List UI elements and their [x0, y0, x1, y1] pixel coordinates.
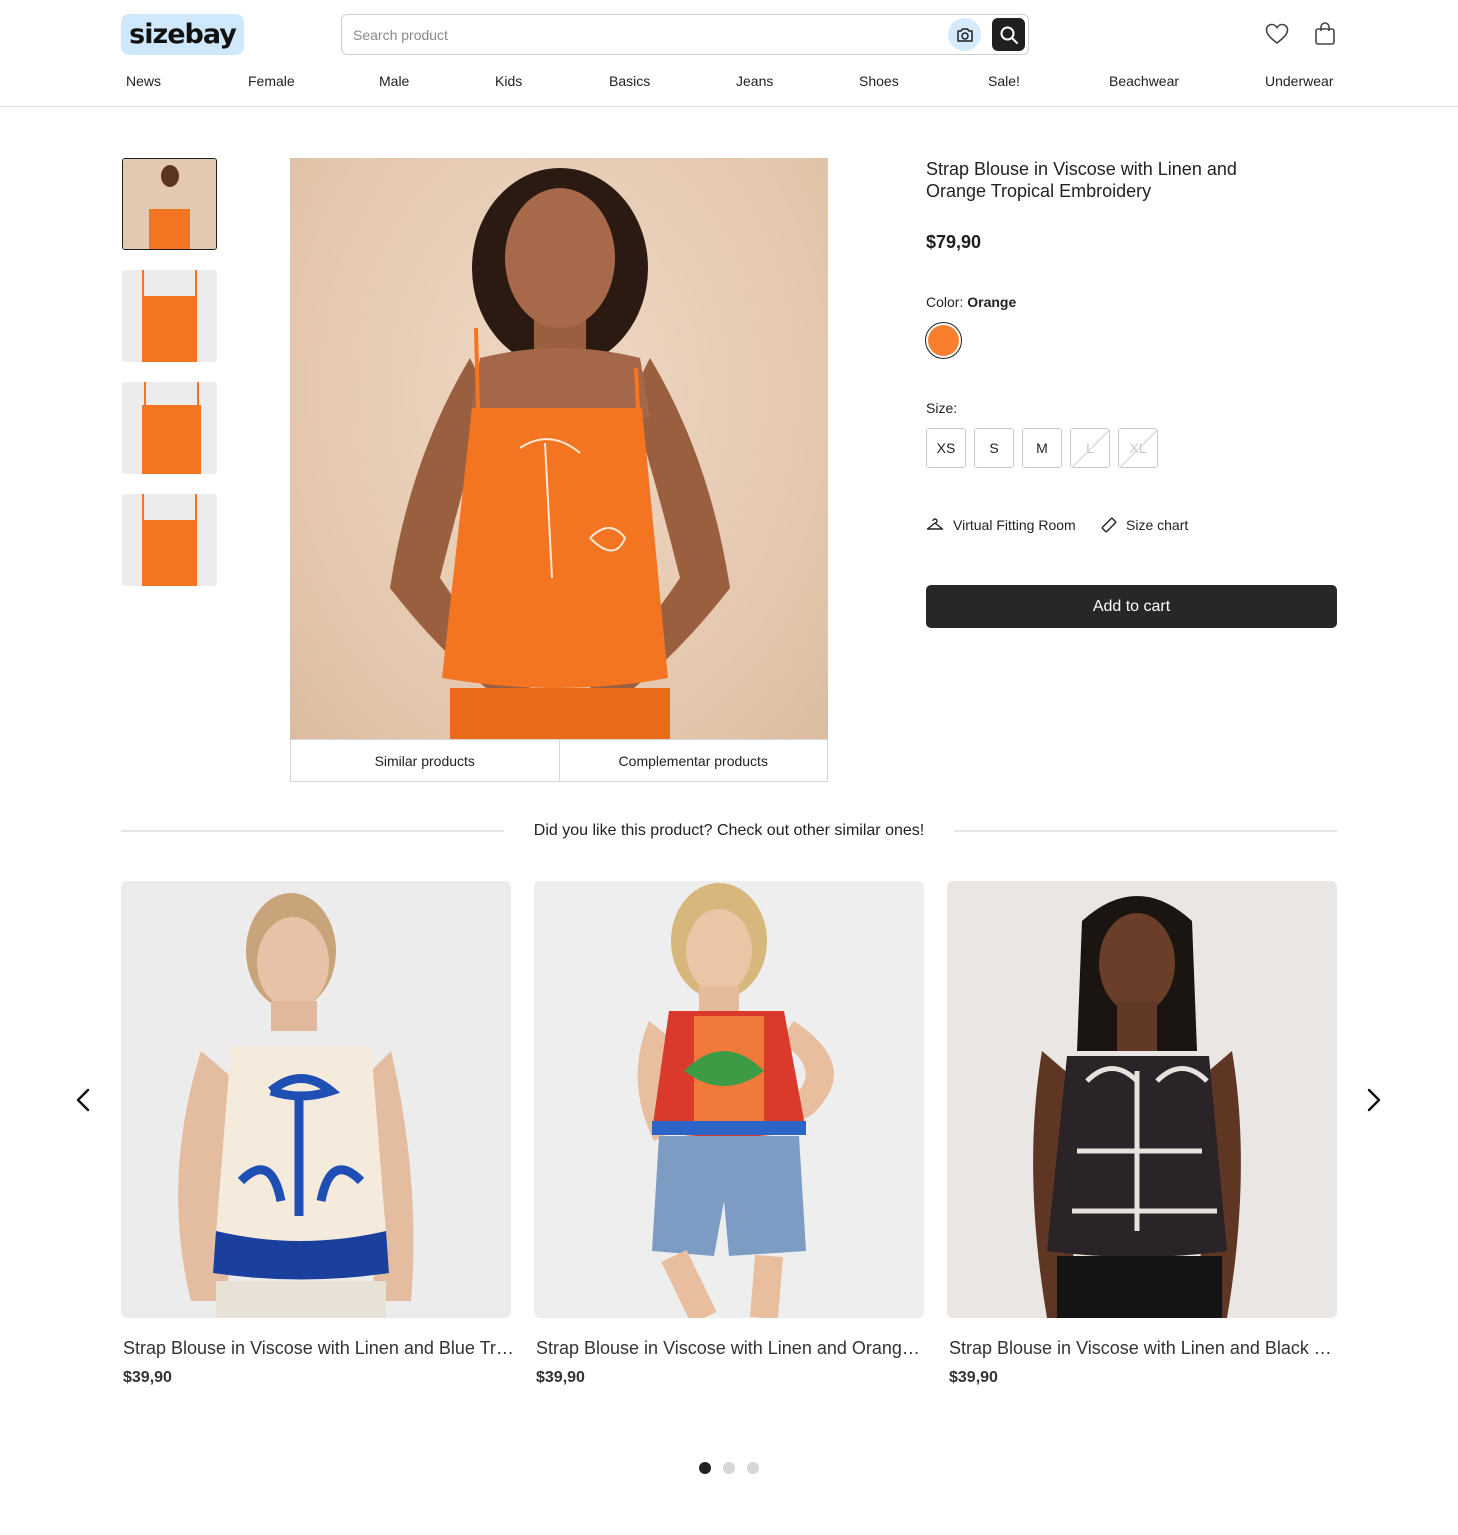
nav-item-sale[interactable]: Sale! [988, 73, 1020, 89]
model-illustration [178, 893, 414, 1318]
ruler-icon [1101, 517, 1117, 533]
thumbnail-garment [149, 208, 190, 249]
product-price: $79,90 [926, 232, 982, 252]
carousel-dot-1[interactable] [699, 1462, 711, 1474]
similar-products-heading: Did you like this product? Check out oth… [533, 822, 925, 839]
similar-product-title[interactable]: Strap Blouse in Viscose with Linen and B… [949, 1338, 1341, 1359]
nav-item-kids[interactable]: Kids [495, 73, 522, 89]
similar-product-price: $39,90 [123, 1369, 172, 1386]
nav-item-beachwear[interactable]: Beachwear [1109, 73, 1179, 89]
search-button[interactable] [992, 18, 1025, 51]
size-label: Size: [926, 400, 958, 416]
site-header: sizebay News Female Male Kids Basics Jea… [0, 0, 1458, 107]
chevron-right-icon [1367, 1088, 1381, 1112]
size-option-s[interactable]: S [974, 428, 1014, 468]
add-to-cart-button[interactable]: Add to cart [926, 585, 1337, 628]
carousel-next-button[interactable] [1361, 1086, 1387, 1114]
hanger-icon [926, 518, 944, 530]
thumbnail-garment [142, 405, 201, 474]
shopping-bag-icon [1315, 22, 1335, 45]
nav-item-shoes[interactable]: Shoes [859, 73, 899, 89]
tab-complementary-products[interactable]: Complementar products [558, 740, 828, 781]
chevron-left-icon [76, 1088, 90, 1112]
product-title: Strap Blouse in Viscose with Linen and O… [926, 159, 1237, 201]
model-illustration [637, 883, 834, 1318]
similar-product-image[interactable] [121, 881, 511, 1318]
tab-similar-products[interactable]: Similar products [291, 740, 559, 781]
nav-item-jeans[interactable]: Jeans [736, 73, 773, 89]
main-product-image[interactable] [290, 158, 828, 740]
gallery-thumbnail[interactable] [122, 382, 217, 474]
thumbnail-garment [142, 519, 197, 586]
nav-item-male[interactable]: Male [379, 73, 409, 89]
wishlist-button[interactable] [1264, 21, 1290, 47]
size-option-xl[interactable]: XL [1118, 428, 1158, 468]
carousel-prev-button[interactable] [70, 1086, 96, 1114]
similar-product-price: $39,90 [536, 1369, 585, 1386]
camera-icon [956, 27, 973, 42]
size-chart-link[interactable]: Size chart [1101, 517, 1188, 533]
thumbnail-garment [142, 295, 197, 362]
similar-product-title[interactable]: Strap Blouse in Viscose with Linen and O… [536, 1338, 928, 1359]
carousel-dot-3[interactable] [747, 1462, 759, 1474]
similar-product-image[interactable] [947, 881, 1337, 1318]
section-divider [121, 830, 504, 832]
swatch-fill [928, 325, 959, 356]
thumbnail-model-head [161, 165, 179, 187]
carousel-dot-2[interactable] [723, 1462, 735, 1474]
similar-product-price: $39,90 [949, 1369, 998, 1386]
color-label: Color: Orange [926, 294, 1016, 310]
camera-search-button[interactable] [948, 18, 981, 51]
section-divider [954, 830, 1337, 832]
size-option-xs[interactable]: XS [926, 428, 966, 468]
heart-icon [1265, 23, 1289, 45]
thumbnail-strap [142, 494, 144, 522]
virtual-fitting-label: Virtual Fitting Room [953, 517, 1076, 533]
nav-item-basics[interactable]: Basics [609, 73, 650, 89]
gallery-thumbnail[interactable] [122, 270, 217, 362]
color-label-text: Color: [926, 294, 964, 310]
sizebay-logo[interactable]: sizebay [121, 14, 244, 55]
nav-item-news[interactable]: News [126, 73, 161, 89]
model-illustration [1033, 896, 1241, 1318]
color-swatch-orange[interactable] [925, 322, 962, 359]
similar-product-image[interactable] [534, 881, 924, 1318]
search-input[interactable] [353, 24, 933, 46]
nav-item-female[interactable]: Female [248, 73, 295, 89]
selected-color-name: Orange [967, 294, 1017, 310]
search-bar [341, 14, 1029, 55]
search-icon [1000, 26, 1018, 44]
cart-button[interactable] [1312, 21, 1338, 47]
similar-product-title[interactable]: Strap Blouse in Viscose with Linen and B… [123, 1338, 515, 1359]
nav-item-underwear[interactable]: Underwear [1265, 73, 1333, 89]
size-option-l[interactable]: L [1070, 428, 1110, 468]
model-illustration [390, 168, 730, 740]
thumbnail-strap [195, 270, 197, 298]
gallery-thumbnail[interactable] [122, 494, 217, 586]
product-tabs: Similar products Complementar products [290, 739, 828, 782]
size-chart-label: Size chart [1126, 517, 1189, 533]
thumbnail-strap [142, 270, 144, 298]
virtual-fitting-room-link[interactable]: Virtual Fitting Room [926, 517, 1076, 533]
size-option-m[interactable]: M [1022, 428, 1062, 468]
thumbnail-strap [195, 494, 197, 522]
gallery-thumbnail[interactable] [122, 158, 217, 250]
